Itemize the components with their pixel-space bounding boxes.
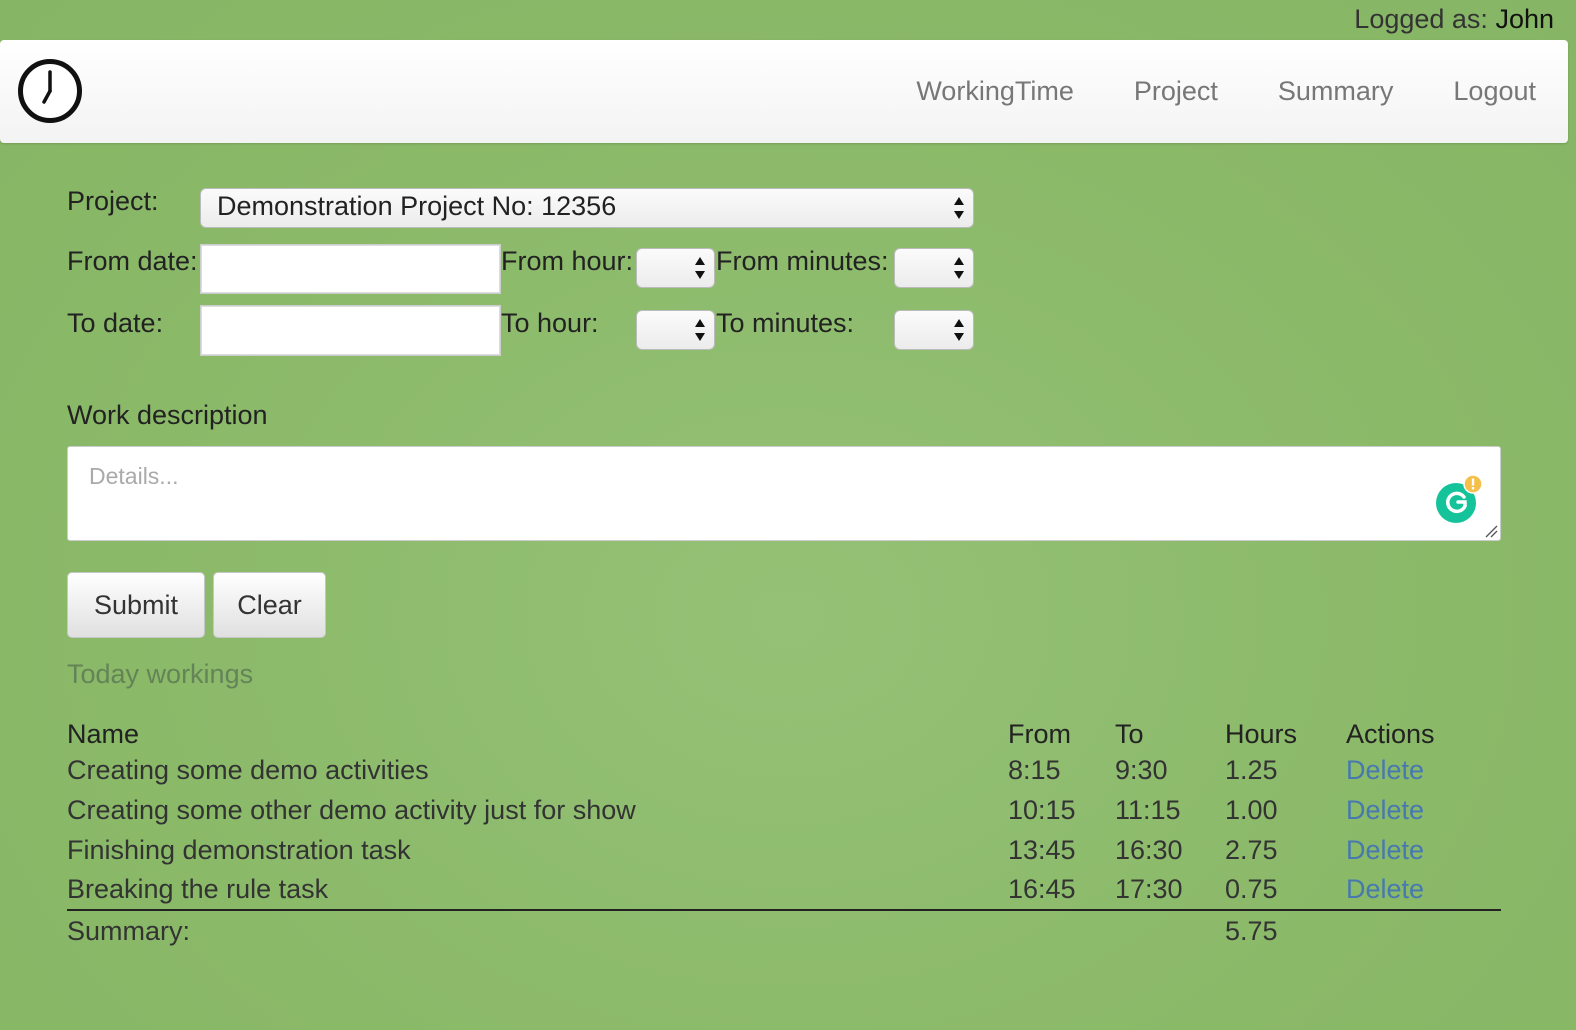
- row-from: 10:15: [1008, 794, 1076, 825]
- nav-links: WorkingTime Project Summary Logout: [916, 40, 1568, 143]
- from-date-label: From date:: [67, 246, 198, 276]
- row-to: 11:15: [1115, 794, 1181, 825]
- to-hour-select[interactable]: [636, 310, 715, 350]
- row-name: Finishing demonstration task: [67, 834, 411, 865]
- select-arrows-icon: [954, 319, 964, 341]
- logged-as-label: Logged as:: [1354, 4, 1488, 34]
- column-header-to: To: [1115, 719, 1144, 749]
- row-hours: 1.00: [1225, 794, 1278, 825]
- table-row: Creating some demo activities 8:15 9:30 …: [67, 750, 1501, 790]
- summary-label: Summary:: [67, 916, 191, 946]
- today-workings-table: Name From To Hours Actions Creating some…: [67, 712, 1501, 952]
- row-from: 8:15: [1008, 754, 1061, 785]
- row-from: 16:45: [1008, 870, 1115, 911]
- row-hours: 0.75: [1225, 870, 1346, 911]
- project-select-value: Demonstration Project No: 12356: [217, 191, 617, 221]
- table-row: Creating some other demo activity just f…: [67, 790, 1501, 830]
- summary-row: Summary: 5.75: [67, 910, 1501, 952]
- column-header-from: From: [1008, 719, 1071, 749]
- to-hour-label: To hour:: [501, 308, 599, 338]
- table-row: Finishing demonstration task 13:45 16:30…: [67, 830, 1501, 870]
- nav-item-summary[interactable]: Summary: [1278, 76, 1394, 107]
- details-placeholder: Details...: [89, 463, 179, 489]
- from-date-input[interactable]: [200, 244, 501, 294]
- to-date-input[interactable]: [200, 305, 501, 356]
- table-header-row: Name From To Hours Actions: [67, 712, 1501, 750]
- clear-button[interactable]: Clear: [213, 572, 326, 638]
- user-name: John: [1495, 4, 1554, 34]
- column-header-name: Name: [67, 719, 140, 749]
- work-description-label: Work description: [67, 400, 268, 430]
- delete-link[interactable]: Delete: [1346, 870, 1501, 911]
- row-from: 13:45: [1008, 834, 1076, 865]
- column-header-actions: Actions: [1346, 719, 1435, 749]
- from-minutes-select[interactable]: [894, 248, 974, 288]
- grammarly-icon[interactable]: [1434, 475, 1482, 523]
- logged-as-text: Logged as: John: [1354, 4, 1554, 35]
- to-minutes-select[interactable]: [894, 310, 974, 350]
- nav-item-project[interactable]: Project: [1134, 76, 1218, 107]
- select-arrows-icon: [954, 257, 964, 279]
- row-to: 9:30: [1115, 754, 1168, 785]
- row-to: 17:30: [1115, 870, 1225, 911]
- navbar: WorkingTime Project Summary Logout: [0, 40, 1568, 143]
- submit-button[interactable]: Submit: [67, 572, 205, 638]
- nav-item-workingtime[interactable]: WorkingTime: [916, 76, 1074, 107]
- delete-link[interactable]: Delete: [1346, 830, 1501, 870]
- row-name: Breaking the rule task: [67, 870, 1008, 911]
- resize-handle-icon[interactable]: [1484, 524, 1498, 538]
- select-arrows-icon: [954, 197, 964, 219]
- summary-hours: 5.75: [1225, 916, 1278, 946]
- clock-icon[interactable]: [17, 58, 83, 124]
- row-hours: 1.25: [1225, 754, 1278, 785]
- row-hours: 2.75: [1225, 834, 1278, 865]
- from-hour-label: From hour:: [501, 246, 634, 276]
- row-name: Creating some demo activities: [67, 754, 429, 785]
- select-arrows-icon: [695, 319, 705, 341]
- project-label: Project:: [67, 186, 159, 216]
- row-to: 16:30: [1115, 834, 1183, 865]
- to-minutes-label: To minutes:: [716, 308, 855, 338]
- delete-link[interactable]: Delete: [1346, 790, 1501, 830]
- delete-link[interactable]: Delete: [1346, 750, 1501, 790]
- today-workings-title: Today workings: [67, 659, 254, 689]
- to-date-label: To date:: [67, 308, 164, 338]
- from-minutes-label: From minutes:: [716, 246, 889, 276]
- from-hour-select[interactable]: [636, 248, 715, 288]
- table-row: Breaking the rule task 16:45 17:30 0.75 …: [67, 870, 1501, 911]
- details-textarea[interactable]: Details...: [67, 446, 1501, 541]
- project-select[interactable]: Demonstration Project No: 12356: [200, 188, 974, 228]
- select-arrows-icon: [695, 257, 705, 279]
- nav-item-logout[interactable]: Logout: [1453, 76, 1536, 107]
- column-header-hours: Hours: [1225, 719, 1298, 749]
- row-name: Creating some other demo activity just f…: [67, 794, 636, 825]
